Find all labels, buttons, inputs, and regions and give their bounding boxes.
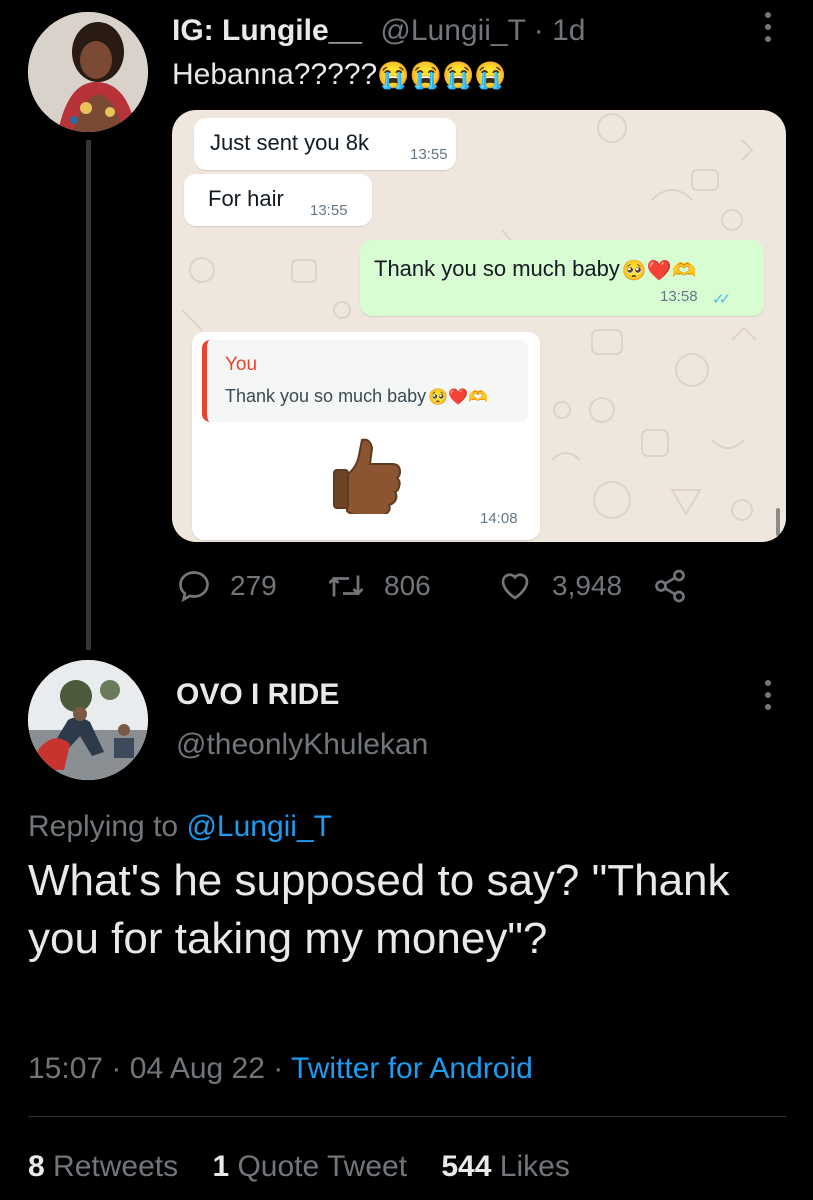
separator: · [111,1052,122,1085]
mention-link[interactable]: @Lungii_T [186,810,332,843]
share-icon [655,569,685,603]
read-ticks-icon: ✓✓ [712,291,731,308]
like-icon [501,573,529,600]
retweets-stat[interactable]: 8 Retweets [28,1150,178,1183]
engagement-stats: 8 Retweets 1 Quote Tweet 544 Likes [28,1150,596,1184]
display-name[interactable]: OVO I RIDE [176,678,339,712]
share-button[interactable] [650,568,708,604]
separator: · [273,1052,284,1085]
divider [28,1116,786,1117]
quotes-label: Quote Tweet [237,1150,408,1183]
message-emojis: 🥺❤️🫶 [621,259,697,282]
message-text: Just sent you 8k [210,130,369,155]
user-handle[interactable]: @Lungii_T [380,14,525,47]
message-time: 14:08 [480,510,518,527]
reply-button[interactable]: 279 [176,568,277,604]
tweet-metadata: 15:07 · 04 Aug 22 · Twitter for Android [28,1052,533,1086]
quote-author: You [225,354,258,375]
chat-message-incoming: For hair 13:55 [184,174,372,226]
retweet-count: 806 [384,570,431,601]
replying-to-line: Replying to @Lungii_T [28,810,332,844]
avatar[interactable] [28,12,148,132]
quote-text-body: Thank you so much baby [225,386,427,406]
quoted-message: You Thank you so much baby 🥺❤️🫶 [202,340,528,422]
profile-photo [28,12,148,132]
more-options-icon[interactable] [763,12,773,52]
chat-message-outgoing: Thank you so much baby 🥺❤️🫶 13:58 ✓✓ [360,240,764,316]
tweet-time[interactable]: 15:07 [28,1052,103,1085]
chat-message-incoming: Just sent you 8k 13:55 [194,118,456,170]
retweets-label: Retweets [53,1150,179,1183]
message-text-body: Thank you so much baby [374,256,620,281]
avatar[interactable] [28,660,148,780]
crying-emojis: 😭😭😭😭 [377,60,507,90]
display-name[interactable]: IG: Lungile__ [172,14,362,47]
retweet-icon [328,575,364,597]
profile-photo [28,660,148,780]
like-count: 3,948 [552,570,623,601]
message-time: 13:55 [310,202,348,219]
retweets-count: 8 [28,1150,45,1183]
message-time: 13:58 [660,288,698,305]
user-handle[interactable]: @theonlyKhulekan [176,728,428,762]
quotes-count: 1 [212,1150,230,1183]
retweet-button[interactable]: 806 [326,568,431,604]
tweet-text: What's he supposed to say? "Thank you fo… [28,856,730,963]
likes-stat[interactable]: 544 Likes [441,1150,569,1183]
quote-emojis: 🥺❤️🫶 [428,389,488,407]
message-text: Thank you so much baby 🥺❤️🫶 [374,256,697,283]
reply-count: 279 [230,570,277,601]
like-button[interactable]: 3,948 [496,568,622,604]
message-text: For hair [208,186,284,211]
quotes-stat[interactable]: 1 Quote Tweet [212,1150,407,1183]
reply-icon [179,571,209,603]
likes-count: 544 [441,1150,492,1183]
separator: · [533,14,544,47]
tweet-source-link[interactable]: Twitter for Android [291,1052,533,1085]
replying-prefix: Replying to [28,810,179,843]
more-options-icon[interactable] [763,680,773,720]
thumbs-up-icon [333,438,402,514]
tweet-date[interactable]: 04 Aug 22 [130,1052,265,1085]
likes-label: Likes [499,1150,570,1183]
tweet-header: IG: Lungile__ @Lungii_T · 1d [172,14,585,48]
attached-chat-screenshot[interactable]: Just sent you 8k 13:55 For hair 13:55 Th… [172,110,786,542]
tweet-text-body: Hebanna????? [172,58,378,91]
chat-message-incoming-reply: You Thank you so much baby 🥺❤️🫶 14:08 [192,332,540,540]
tweet-text: Hebanna?????😭😭😭😭 [172,58,507,92]
tweet-age[interactable]: 1d [552,14,585,47]
quote-text: Thank you so much baby 🥺❤️🫶 [225,386,488,407]
chat-scrollbar [776,508,780,536]
thread-connector-line [86,140,91,650]
message-time: 13:55 [410,146,448,163]
